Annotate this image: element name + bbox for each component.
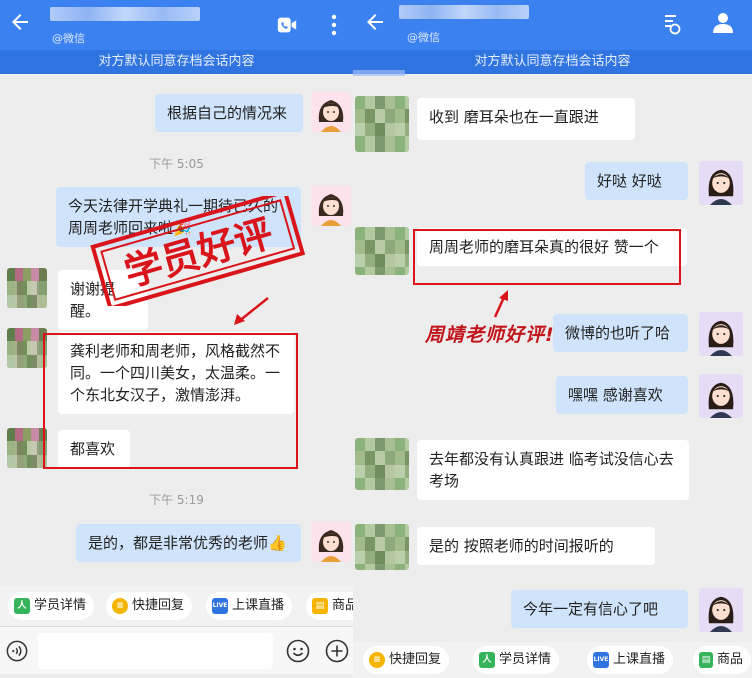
timestamp: 下午 5:19	[149, 493, 204, 507]
timestamp: 下午 5:05	[149, 157, 204, 171]
avatar-illustration-icon	[708, 596, 734, 632]
chip-label: 学员详情	[34, 598, 87, 613]
product-icon: ▤	[312, 598, 328, 614]
student-details-chip[interactable]: 人 学员详情	[473, 646, 560, 674]
video-call-icon[interactable]	[275, 14, 299, 36]
teacher-avatar	[699, 588, 743, 632]
live-icon: LIVE	[593, 652, 609, 668]
message-bubble: 去年都没有认真跟进 临考试没信心去考场	[417, 440, 689, 500]
message-input[interactable]	[38, 633, 273, 669]
review-stamp: 学员好评	[90, 196, 306, 306]
pointer-arrow	[493, 290, 508, 318]
chip-label: 商品	[716, 652, 743, 667]
message-bubble: 今年一定有信心了吧	[511, 590, 688, 628]
avatar-illustration-icon	[708, 382, 734, 418]
quick-reply-chip[interactable]: ≡ 快捷回复	[106, 592, 193, 620]
archive-notice: 对方默认同意存档会话内容	[353, 50, 752, 74]
product-icon: ▤	[699, 652, 713, 668]
student-avatar	[355, 524, 409, 570]
live-icon: LIVE	[212, 598, 228, 614]
highlight-box	[43, 333, 298, 469]
left-chat-screen: @微信 对方默认同意存档会话内容 根据自己的情况来 下午 5:05 今天法律开学…	[0, 0, 353, 678]
message-bubble: 根据自己的情况来	[155, 94, 303, 132]
archive-notice: 对方默认同意存档会话内容	[0, 50, 353, 74]
history-icon[interactable]	[661, 12, 681, 36]
chat-icon: ≡	[369, 652, 385, 668]
products-chip[interactable]: ▤ 商品	[306, 592, 353, 620]
chat-header: @微信	[0, 0, 353, 50]
teacher-avatar	[699, 312, 743, 356]
chip-label: 快捷回复	[389, 652, 442, 667]
chat-icon: ≡	[112, 598, 128, 614]
more-vertical-icon[interactable]	[330, 13, 338, 37]
emoji-icon[interactable]	[286, 639, 310, 663]
live-class-chip[interactable]: LIVE 上课直播	[206, 592, 293, 620]
contact-name-blurred	[50, 7, 200, 21]
person-icon: 人	[479, 652, 495, 668]
student-avatar	[355, 438, 409, 490]
avatar-illustration-icon	[708, 169, 734, 205]
avatar-illustration-icon	[708, 320, 734, 356]
plus-icon[interactable]	[325, 639, 349, 663]
message-bubble: 收到 磨耳朵也在一直跟进	[417, 98, 635, 140]
student-avatar	[7, 268, 47, 308]
chip-label: 快捷回复	[132, 598, 185, 613]
message-bubble: 嘿嘿 感谢喜欢	[556, 376, 688, 414]
student-avatar	[355, 227, 409, 275]
input-bar	[0, 626, 353, 674]
chat-header: @微信	[353, 0, 752, 50]
back-arrow-icon[interactable]	[8, 10, 32, 34]
student-avatar	[7, 328, 47, 368]
quick-reply-chip[interactable]: ≡ 快捷回复	[363, 646, 450, 674]
teacher-avatar	[699, 161, 743, 205]
chip-label: 上课直播	[613, 652, 666, 667]
live-class-chip[interactable]: LIVE 上课直播	[587, 646, 674, 674]
review-caption: 周靖老师好评!	[425, 324, 555, 346]
student-details-chip[interactable]: 人 学员详情	[8, 592, 95, 620]
chip-label: 上课直播	[232, 598, 285, 613]
teacher-avatar	[311, 92, 351, 132]
chip-label: 学员详情	[499, 652, 552, 667]
student-avatar	[7, 428, 47, 468]
profile-icon[interactable]	[711, 10, 735, 34]
message-bubble: 是的 按照老师的时间报听的	[417, 527, 655, 565]
right-chat-screen: @微信 对方默认同意存档会话内容 收到 磨耳朵也在一直跟进 好哒 好哒 周周老师…	[353, 0, 752, 678]
header-blur-strip	[353, 70, 405, 76]
student-avatar	[355, 96, 409, 152]
contact-sub-label: @微信	[407, 31, 440, 44]
person-icon: 人	[14, 598, 30, 614]
pointer-arrow	[234, 297, 269, 325]
quick-actions-bar: 人 学员详情 ≡ 快捷回复 LIVE 上课直播 ▤ 商品	[0, 586, 353, 626]
teacher-avatar	[699, 374, 743, 418]
products-chip[interactable]: ▤ 商品	[693, 646, 751, 674]
voice-icon[interactable]	[6, 640, 28, 662]
teacher-avatar	[311, 522, 351, 562]
highlight-box	[413, 229, 681, 285]
back-arrow-icon[interactable]	[363, 10, 387, 34]
message-bubble: 是的，都是非常优秀的老师👍	[76, 524, 301, 562]
message-bubble: 微博的也听了哈	[553, 314, 688, 352]
avatar-illustration-icon	[318, 100, 344, 132]
quick-actions-bar: ≡ 快捷回复 人 学员详情 LIVE 上课直播 ▤ 商品	[353, 642, 752, 678]
message-bubble: 好哒 好哒	[585, 162, 688, 200]
contact-sub-label: @微信	[52, 32, 85, 45]
chip-label: 商品	[331, 598, 353, 613]
contact-name-blurred	[399, 5, 529, 19]
avatar-illustration-icon	[318, 530, 344, 562]
